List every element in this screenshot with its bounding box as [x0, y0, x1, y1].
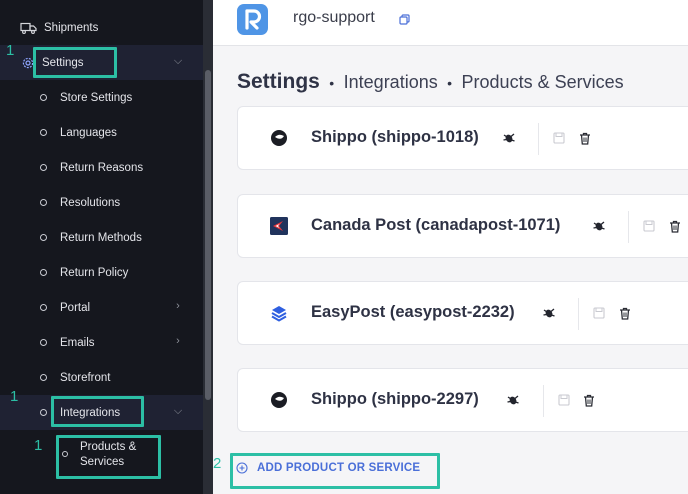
- sidebar-item-label: Return Methods: [60, 231, 142, 244]
- step-number: 1: [6, 42, 15, 59]
- shippo-icon: [271, 392, 287, 408]
- breadcrumb-separator: •: [447, 75, 453, 91]
- breadcrumb-products-services: Products & Services: [461, 72, 624, 92]
- sidebar-scrollbar-thumb[interactable]: [205, 70, 211, 400]
- step-number: 1: [10, 388, 19, 405]
- divider: [543, 385, 544, 417]
- breadcrumb-integrations[interactable]: Integrations: [344, 72, 438, 92]
- highlight-integrations: [51, 396, 144, 427]
- sidebar-item-shipments[interactable]: Shipments: [0, 10, 203, 45]
- shippo-icon: [271, 130, 287, 146]
- save-icon[interactable]: [553, 132, 565, 144]
- easypost-icon: [271, 306, 287, 322]
- sidebar-item-store-settings[interactable]: Store Settings: [0, 80, 203, 115]
- chevron-down-icon: ⌵: [173, 54, 183, 67]
- chevron-right-icon: ›: [176, 334, 180, 347]
- integration-name: EasyPost (easypost-2232): [311, 303, 515, 321]
- bullet-icon: [40, 339, 47, 346]
- integration-card[interactable]: Shippo (shippo-2297): [237, 368, 688, 432]
- bullet-icon: [40, 269, 47, 276]
- highlight-add-product: [230, 453, 440, 489]
- sidebar-item-return-reasons[interactable]: Return Reasons: [0, 150, 203, 185]
- page-title: Settings • Integrations • Products & Ser…: [237, 70, 624, 94]
- app-logo[interactable]: [237, 4, 268, 35]
- divider: [578, 298, 579, 330]
- copy-icon[interactable]: [399, 14, 410, 25]
- divider: [538, 123, 539, 155]
- bullet-icon: [40, 234, 47, 241]
- page-title-text: Settings: [237, 70, 320, 93]
- sidebar-item-label: Resolutions: [60, 196, 121, 209]
- sidebar-item-storefront[interactable]: Storefront: [0, 360, 203, 395]
- sidebar-item-emails[interactable]: Emails ›: [0, 325, 203, 360]
- org-name: rgo-support: [293, 9, 375, 26]
- canada-post-icon: [270, 217, 288, 235]
- divider: [628, 211, 629, 243]
- trash-icon[interactable]: [619, 307, 631, 320]
- integration-card[interactable]: EasyPost (easypost-2232): [237, 281, 688, 345]
- highlight-products-services: [56, 435, 161, 479]
- chevron-down-icon: ⌵: [173, 404, 183, 417]
- save-icon[interactable]: [593, 307, 605, 319]
- bug-icon[interactable]: [542, 306, 556, 320]
- sidebar-item-label: Portal: [60, 301, 91, 314]
- bullet-icon: [40, 94, 47, 101]
- bullet-icon: [40, 129, 47, 136]
- sidebar-item-return-policy[interactable]: Return Policy: [0, 255, 203, 290]
- integration-card[interactable]: Canada Post (canadapost-1071): [237, 194, 688, 258]
- sidebar-item-label: Return Reasons: [60, 161, 144, 174]
- save-icon[interactable]: [643, 220, 655, 232]
- bullet-icon: [40, 374, 47, 381]
- sidebar-item-label: Return Policy: [60, 266, 129, 279]
- integration-card[interactable]: Shippo (shippo-1018): [237, 106, 688, 170]
- logo-icon: [245, 9, 262, 30]
- sidebar-item-label: Shipments: [44, 21, 99, 34]
- sidebar-item-label: Store Settings: [60, 91, 133, 104]
- bug-icon[interactable]: [592, 219, 606, 233]
- sidebar-item-resolutions[interactable]: Resolutions: [0, 185, 203, 220]
- trash-icon[interactable]: [579, 132, 591, 145]
- highlight-settings: [33, 47, 117, 78]
- trash-icon[interactable]: [669, 220, 681, 233]
- bullet-icon: [40, 409, 47, 416]
- integration-name: Shippo (shippo-2297): [311, 390, 479, 408]
- integration-name: Shippo (shippo-1018): [311, 128, 479, 146]
- step-number: 1: [34, 437, 43, 454]
- bullet-icon: [40, 164, 47, 171]
- bullet-icon: [40, 304, 47, 311]
- save-icon[interactable]: [558, 394, 570, 406]
- sidebar-item-label: Emails: [60, 336, 95, 349]
- integration-name: Canada Post (canadapost-1071): [311, 216, 561, 234]
- trash-icon[interactable]: [583, 394, 595, 407]
- sidebar-item-return-methods[interactable]: Return Methods: [0, 220, 203, 255]
- sidebar-item-label: Storefront: [60, 371, 111, 384]
- bug-icon[interactable]: [502, 131, 516, 145]
- step-number: 2: [213, 455, 222, 472]
- truck-icon: [20, 22, 37, 34]
- chevron-right-icon: ›: [176, 299, 180, 312]
- sidebar-item-portal[interactable]: Portal ›: [0, 290, 203, 325]
- sidebar-item-languages[interactable]: Languages: [0, 115, 203, 150]
- bullet-icon: [40, 199, 47, 206]
- sidebar-item-label: Languages: [60, 126, 117, 139]
- top-bar: rgo-support: [213, 0, 688, 46]
- breadcrumb-separator: •: [329, 75, 335, 91]
- bug-icon[interactable]: [506, 393, 520, 407]
